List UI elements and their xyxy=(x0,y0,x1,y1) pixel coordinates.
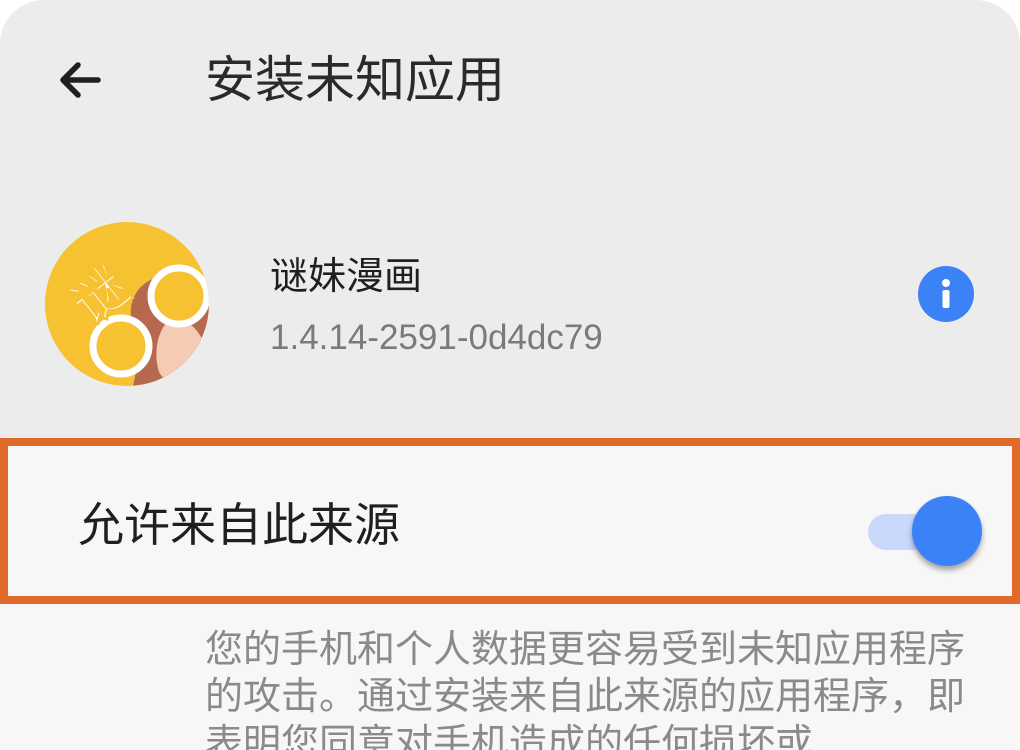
allow-source-switch[interactable] xyxy=(860,494,988,566)
warning-text: 您的手机和个人数据更容易受到未知应用程序的攻击。通过安装来自此来源的应用程序，即… xyxy=(205,627,966,750)
app-version: 1.4.14-2591-0d4dc79 xyxy=(270,318,603,357)
switch-knob xyxy=(912,496,982,566)
allow-source-label: 允许来自此来源 xyxy=(78,498,400,552)
settings-screen: 安装未知应用 谜 谜妹漫画 1.4.14-2591-0d4dc79 允许来自此来… xyxy=(0,0,1020,750)
info-icon xyxy=(942,279,950,308)
allow-source-row[interactable]: 允许来自此来源 xyxy=(0,438,1020,604)
app-icon: 谜 xyxy=(45,222,209,386)
page-title: 安装未知应用 xyxy=(205,51,505,109)
arrow-left-icon xyxy=(60,62,101,98)
app-info-button[interactable] xyxy=(918,266,974,322)
app-name: 谜妹漫画 xyxy=(270,254,423,298)
back-button[interactable] xyxy=(50,50,110,110)
